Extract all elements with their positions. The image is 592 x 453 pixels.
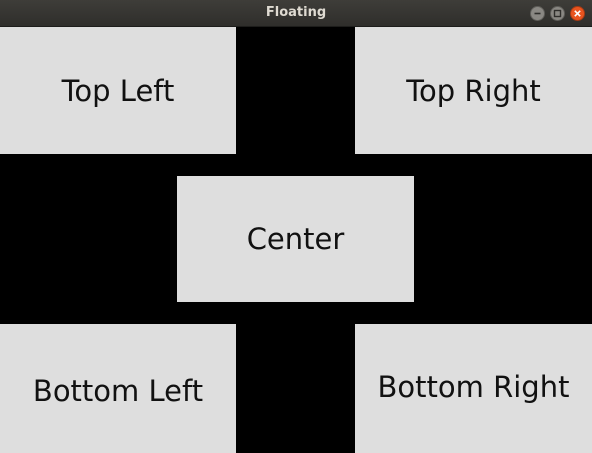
top-right-label: Top Right <box>406 73 541 108</box>
top-left-button[interactable]: Top Left <box>0 27 236 154</box>
floating-layout: Top Left Top Right Center Bottom Left Bo… <box>0 27 592 453</box>
bottom-right-label: Bottom Right <box>377 369 570 404</box>
bottom-right-button[interactable]: Bottom Right <box>355 324 592 453</box>
maximize-button[interactable] <box>550 6 565 21</box>
app-window: Floating Top Left Top Right Center Botto… <box>0 0 592 453</box>
minimize-button[interactable] <box>530 6 545 21</box>
top-right-button[interactable]: Top Right <box>355 27 592 154</box>
center-label: Center <box>246 222 345 256</box>
title-bar[interactable]: Floating <box>0 0 592 27</box>
minimize-icon <box>534 12 541 15</box>
close-button[interactable] <box>570 6 585 21</box>
maximize-icon <box>553 9 562 18</box>
window-title: Floating <box>265 5 327 20</box>
top-left-label: Top Left <box>61 73 175 108</box>
close-icon <box>574 10 581 17</box>
center-button[interactable]: Center <box>177 176 414 302</box>
bottom-left-button[interactable]: Bottom Left <box>0 324 236 453</box>
bottom-left-label: Bottom Left <box>32 373 204 408</box>
